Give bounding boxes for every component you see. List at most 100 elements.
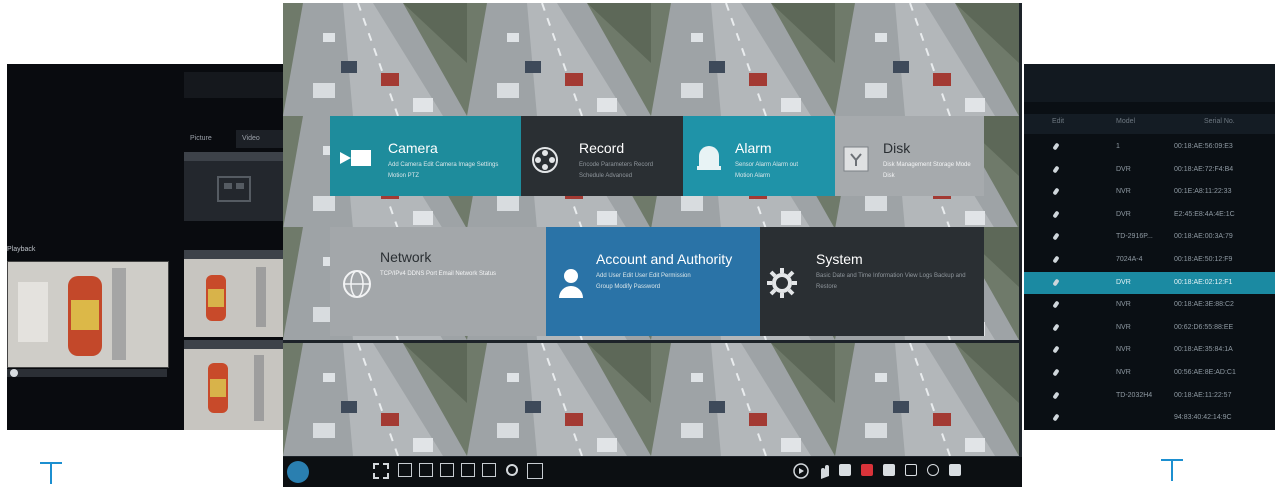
- device-row[interactable]: NVR 00:18:AE:3E:88:C2: [1024, 294, 1275, 316]
- edit-pencil-icon[interactable]: [1052, 255, 1060, 264]
- device-list-panel: Edit Model Serial No. 1 00:18:AE:56:09:E3…: [1024, 64, 1275, 430]
- device-model: NVR: [1116, 346, 1131, 354]
- camera-feed-tile[interactable]: [283, 3, 467, 116]
- record-title: Record: [579, 140, 625, 156]
- edit-pencil-icon[interactable]: [1052, 142, 1060, 151]
- play-icon[interactable]: [793, 463, 809, 479]
- slider-knob[interactable]: [10, 369, 18, 377]
- col-serial[interactable]: Serial No.: [1204, 118, 1235, 125]
- edit-pencil-icon[interactable]: [1052, 391, 1060, 400]
- camera-feed-tile[interactable]: [651, 3, 835, 116]
- start-menu-button[interactable]: [287, 461, 309, 483]
- camera-feed-tile[interactable]: [835, 3, 1019, 116]
- tee-marker-icon: [1161, 459, 1183, 481]
- menu-camera[interactable]: Camera Add Camera Edit Camera Image Sett…: [330, 116, 521, 196]
- tab-picture[interactable]: Picture: [184, 130, 236, 148]
- device-row[interactable]: 94:83:40:42:14:9C: [1024, 407, 1275, 429]
- device-row[interactable]: 7024A-4 00:18:AE:50:12:F9: [1024, 249, 1275, 271]
- device-row[interactable]: NVR 00:62:D6:55:88:EE: [1024, 317, 1275, 339]
- edit-pencil-icon[interactable]: [1052, 210, 1060, 219]
- device-row[interactable]: DVR E2:45:E8:4A:4E:1C: [1024, 204, 1275, 226]
- col-model[interactable]: Model: [1116, 118, 1135, 125]
- edit-pencil-icon[interactable]: [1052, 232, 1060, 241]
- edit-pencil-icon[interactable]: [1052, 323, 1060, 332]
- user-status-icon[interactable]: [949, 464, 961, 476]
- alarm-title: Alarm: [735, 140, 772, 156]
- sequence-icon[interactable]: [505, 463, 519, 477]
- edit-pencil-icon[interactable]: [1052, 345, 1060, 354]
- device-model: NVR: [1116, 301, 1131, 309]
- fullscreen-icon[interactable]: [373, 463, 389, 479]
- menu-alarm[interactable]: Alarm Sensor Alarm Alarm out Motion Alar…: [683, 116, 835, 196]
- column-header: Edit Model Serial No.: [1024, 114, 1275, 134]
- disk-status-icon[interactable]: [883, 464, 895, 476]
- camera-feed-tile[interactable]: [283, 343, 467, 456]
- film-reel-icon: [532, 147, 558, 173]
- snapshot-thumb[interactable]: [184, 259, 284, 337]
- device-serial: 00:18:AE:56:09:E3: [1174, 143, 1233, 150]
- record-sub: Encode Parameters Record Schedule Advanc…: [579, 162, 654, 179]
- device-row[interactable]: 1 00:18:AE:56:09:E3: [1024, 136, 1275, 158]
- edit-pencil-icon[interactable]: [1052, 278, 1060, 287]
- menu-account-authority[interactable]: Account and Authority Add User Edit User…: [546, 227, 760, 336]
- device-row[interactable]: NVR 00:1E:A8:11:22:33: [1024, 181, 1275, 203]
- device-row[interactable]: DVR 00:18:AE:02:12:F1: [1024, 271, 1275, 294]
- snapshot-thumb[interactable]: [184, 349, 284, 430]
- edit-pencil-icon[interactable]: [1052, 368, 1060, 377]
- alarm-bell-icon: [697, 146, 721, 170]
- edit-pencil-icon[interactable]: [1052, 165, 1060, 174]
- device-serial: 00:18:AE:3E:88:C2: [1174, 301, 1234, 309]
- taskbar: [283, 457, 1022, 487]
- device-row[interactable]: NVR 00:56:AE:8E:AD:C1: [1024, 362, 1275, 384]
- device-row[interactable]: DVR 00:18:AE:72:F4:B4: [1024, 159, 1275, 181]
- record-status-icon[interactable]: [861, 464, 873, 476]
- camera-feed-tile[interactable]: [835, 343, 1019, 456]
- camera-feed-tile[interactable]: [467, 343, 651, 456]
- device-serial: 00:1E:A8:11:22:33: [1174, 188, 1232, 196]
- empty-thumb-slot[interactable]: [184, 161, 284, 221]
- top-bar: [184, 72, 284, 98]
- tab-video[interactable]: Video: [236, 130, 284, 148]
- device-row[interactable]: TD-2032H4 00:18:AE:11:22:57: [1024, 385, 1275, 407]
- camera-feed-tile[interactable]: [467, 3, 651, 116]
- edit-pencil-icon[interactable]: [1052, 187, 1060, 196]
- layout-4-button[interactable]: [419, 463, 433, 477]
- tour-button[interactable]: [527, 463, 543, 479]
- device-model: NVR: [1116, 369, 1131, 376]
- manual-alarm-icon[interactable]: [839, 464, 851, 476]
- hand-icon[interactable]: [817, 462, 831, 480]
- device-serial: 94:83:40:42:14:9C: [1174, 414, 1232, 422]
- camera-feed-tile[interactable]: [651, 343, 835, 456]
- layout-1-button[interactable]: [398, 463, 412, 477]
- screenshot-icon[interactable]: [905, 464, 917, 476]
- edit-pencil-icon[interactable]: [1052, 413, 1060, 422]
- menu-network[interactable]: Network TCP/IPv4 DDNS Port Email Network…: [330, 227, 546, 336]
- device-model: NVR: [1116, 188, 1131, 196]
- account-sub: Add User Edit User Edit Permission Group…: [596, 273, 691, 290]
- playback-panel: Picture Video Playback: [7, 64, 284, 430]
- device-serial: 00:18:AE:00:3A:79: [1174, 233, 1233, 241]
- menu-record[interactable]: Record Encode Parameters Record Schedule…: [521, 116, 683, 196]
- network-status-icon[interactable]: [927, 464, 939, 476]
- col-edit[interactable]: Edit: [1052, 118, 1064, 125]
- panel-header: [1024, 64, 1275, 102]
- device-serial: E2:45:E8:4A:4E:1C: [1174, 210, 1235, 218]
- layout-custom-button[interactable]: [482, 463, 496, 477]
- camera-sub: Add Camera Edit Camera Image Settings Mo…: [388, 162, 499, 179]
- menu-disk[interactable]: Disk Disk Management Storage Mode Disk: [835, 116, 984, 196]
- device-model: DVR: [1116, 165, 1131, 173]
- menu-system[interactable]: System Basic Date and Time Information V…: [760, 227, 984, 336]
- layout-16-button[interactable]: [461, 463, 475, 477]
- alarm-sub: Sensor Alarm Alarm out Motion Alarm: [735, 162, 799, 179]
- device-model: NVR: [1116, 323, 1131, 331]
- device-serial: 00:18:AE:50:12:F9: [1174, 256, 1233, 263]
- layout-9-button[interactable]: [440, 463, 454, 477]
- device-model: 7024A-4: [1116, 256, 1143, 263]
- device-row[interactable]: NVR 00:18:AE:35:84:1A: [1024, 339, 1275, 361]
- thumb-header: [184, 152, 284, 161]
- network-globe-icon: [343, 270, 371, 298]
- edit-pencil-icon[interactable]: [1052, 300, 1060, 309]
- playback-slider[interactable]: [7, 369, 167, 377]
- thumb-header: [184, 250, 284, 259]
- device-row[interactable]: TD-2916P... 00:18:AE:00:3A:79: [1024, 226, 1275, 248]
